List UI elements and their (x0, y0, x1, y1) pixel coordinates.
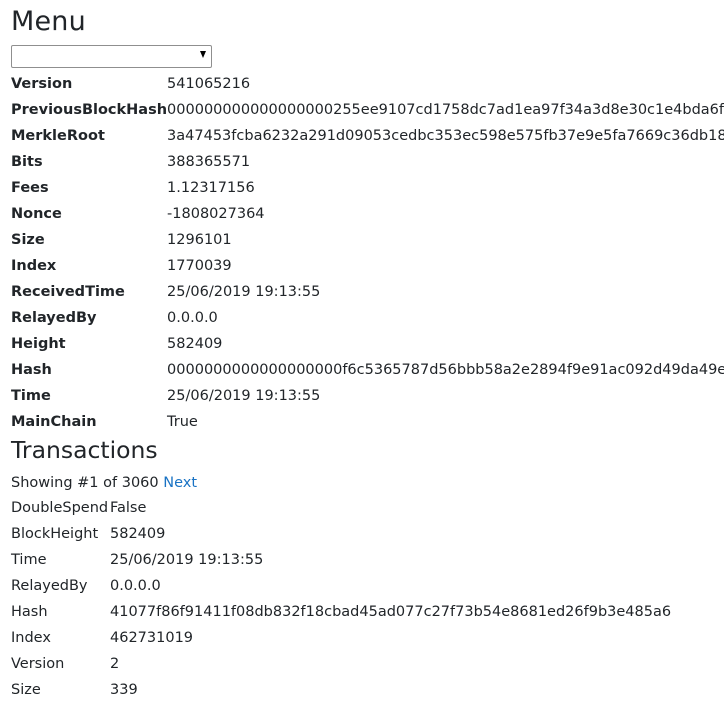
field-value-relayed-by: 0.0.0.0 (167, 310, 218, 326)
field-value-previous-block-hash: 000000000000000000255ee9107cd1758dc7ad1e… (167, 102, 724, 118)
field-label-main-chain: MainChain (11, 414, 97, 430)
table-row: Nonce -1808027364 (11, 201, 724, 227)
tx-value-time: 25/06/2019 19:13:55 (110, 552, 264, 568)
tx-value-version: 2 (110, 656, 120, 672)
tx-value-block-height: 582409 (110, 526, 166, 542)
table-row: DoubleSpend False (11, 495, 671, 521)
table-row: Hash 0000000000000000000f6c5365787d56bbb… (11, 357, 724, 383)
table-row: BlockHeight 582409 (11, 521, 671, 547)
table-row: Version 541065216 (11, 71, 724, 97)
transaction-details-table: DoubleSpend False BlockHeight 582409 Tim… (11, 495, 671, 703)
table-row: MainChain True (11, 409, 724, 435)
chevron-down-icon (200, 51, 206, 58)
field-value-bits: 388365571 (167, 154, 251, 170)
tx-label-block-height: BlockHeight (11, 526, 99, 542)
field-label-merkle-root: MerkleRoot (11, 128, 105, 144)
next-link[interactable]: Next (163, 475, 197, 491)
field-value-index: 1770039 (167, 258, 232, 274)
field-label-relayed-by: RelayedBy (11, 310, 97, 326)
field-label-height: Height (11, 336, 66, 352)
field-value-received-time: 25/06/2019 19:13:55 (167, 284, 321, 300)
tx-value-size: 339 (110, 682, 138, 698)
field-value-hash: 0000000000000000000f6c5365787d56bbb58a2e… (167, 362, 724, 378)
field-value-fees: 1.12317156 (167, 180, 255, 196)
table-row: ReceivedTime 25/06/2019 19:13:55 (11, 279, 724, 305)
table-row: Time 25/06/2019 19:13:55 (11, 547, 671, 573)
table-row: PreviousBlockHash 000000000000000000255e… (11, 97, 724, 123)
field-value-nonce: -1808027364 (167, 206, 265, 222)
field-label-version: Version (11, 76, 73, 92)
tx-label-hash: Hash (11, 604, 48, 620)
tx-value-hash: 41077f86f91411f08db832f18cbad45ad077c27f… (110, 604, 672, 620)
field-label-size: Size (11, 232, 45, 248)
transactions-heading: Transactions (11, 436, 158, 464)
table-row: Bits 388365571 (11, 149, 724, 175)
table-row: Size 1296101 (11, 227, 724, 253)
table-row: Height 582409 (11, 331, 724, 357)
pagination-status: Showing #1 of 3060 Next (11, 472, 197, 494)
tx-label-double-spend: DoubleSpend (11, 500, 109, 516)
tx-label-version: Version (11, 656, 65, 672)
tx-label-time: Time (11, 552, 47, 568)
menu-heading: Menu (11, 6, 86, 37)
table-row: Time 25/06/2019 19:13:55 (11, 383, 724, 409)
field-label-hash: Hash (11, 362, 52, 378)
menu-select[interactable] (11, 45, 212, 68)
field-value-time: 25/06/2019 19:13:55 (167, 388, 321, 404)
tx-value-double-spend: False (110, 500, 147, 516)
table-row: Index 1770039 (11, 253, 724, 279)
table-row: Hash 41077f86f91411f08db832f18cbad45ad07… (11, 599, 671, 625)
tx-label-relayed-by: RelayedBy (11, 578, 88, 594)
field-value-version: 541065216 (167, 76, 251, 92)
field-label-received-time: ReceivedTime (11, 284, 125, 300)
tx-label-size: Size (11, 682, 41, 698)
pagination-text: Showing #1 of 3060 (11, 475, 159, 491)
field-label-nonce: Nonce (11, 206, 62, 222)
tx-label-index: Index (11, 630, 51, 646)
table-row: RelayedBy 0.0.0.0 (11, 573, 671, 599)
table-row: Version 2 (11, 651, 671, 677)
field-value-merkle-root: 3a47453fcba6232a291d09053cedbc353ec598e5… (167, 128, 724, 144)
field-label-time: Time (11, 388, 51, 404)
table-row: RelayedBy 0.0.0.0 (11, 305, 724, 331)
tx-value-relayed-by: 0.0.0.0 (110, 578, 161, 594)
field-value-height: 582409 (167, 336, 223, 352)
table-row: Fees 1.12317156 (11, 175, 724, 201)
field-label-fees: Fees (11, 180, 49, 196)
tx-value-index: 462731019 (110, 630, 194, 646)
table-row: MerkleRoot 3a47453fcba6232a291d09053cedb… (11, 123, 724, 149)
field-label-index: Index (11, 258, 57, 274)
table-row: Size 339 (11, 677, 671, 703)
field-value-size: 1296101 (167, 232, 232, 248)
table-row: Index 462731019 (11, 625, 671, 651)
block-details-table: Version 541065216 PreviousBlockHash 0000… (11, 71, 724, 435)
field-value-main-chain: True (167, 414, 198, 430)
field-label-previous-block-hash: PreviousBlockHash (11, 102, 168, 118)
field-label-bits: Bits (11, 154, 43, 170)
